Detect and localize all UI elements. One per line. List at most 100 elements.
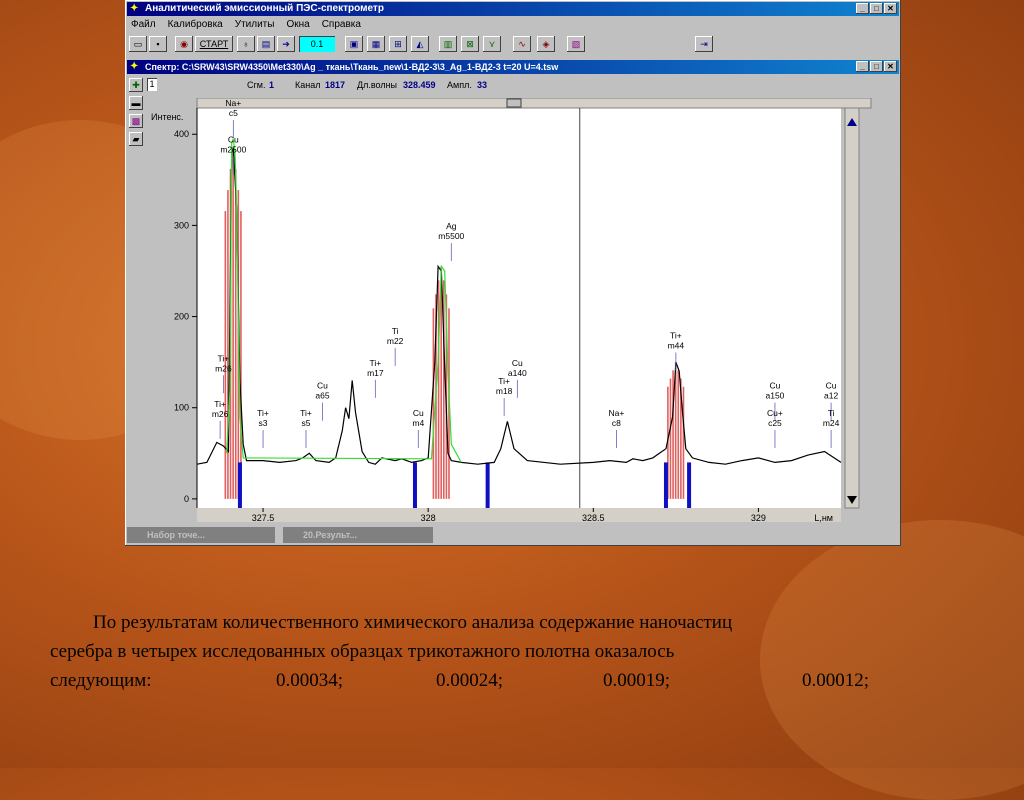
app-title: Аналитический эмиссионный ПЭС-спектромет… bbox=[145, 3, 384, 14]
element-label: Ti+ bbox=[257, 408, 269, 418]
spectrometer-app-window: ✦ Аналитический эмиссионный ПЭС-спектром… bbox=[125, 0, 901, 546]
remove-icon[interactable]: ▬ bbox=[129, 96, 143, 110]
element-label: Ag bbox=[446, 221, 457, 231]
y-tick-label: 400 bbox=[174, 129, 189, 139]
spectrum-close-button[interactable]: ✕ bbox=[884, 61, 897, 72]
vertical-scrollbar bbox=[844, 107, 860, 509]
x-tick-label: 329 bbox=[751, 513, 766, 523]
element-label: Cu+ bbox=[767, 408, 783, 418]
close-button[interactable]: ✕ bbox=[884, 3, 897, 14]
element-label: m22 bbox=[387, 336, 404, 346]
open-icon[interactable]: ▭ bbox=[129, 36, 147, 52]
menu-calibration[interactable]: Калибровка bbox=[168, 17, 223, 32]
palette-icon[interactable]: ▩ bbox=[129, 114, 143, 128]
toolbar: ▭ ▪ ◉ СТАРТ ♁ ▤ ➔ 0.1 ▣ ▦ ⊞ ◭ ▥ ⊠ ⋎ ∿ ◈ … bbox=[127, 34, 899, 56]
element-label: m44 bbox=[668, 340, 685, 350]
element-label: a65 bbox=[315, 391, 329, 401]
spectrum-title-bar: ✦ Спектр: C:\SRW43\SRW4350\Met330\Ag _ т… bbox=[127, 60, 899, 74]
zoom-icon[interactable]: ⊞ bbox=[389, 36, 407, 52]
display-icon[interactable]: ▰ bbox=[129, 132, 143, 146]
element-label: s5 bbox=[301, 418, 310, 428]
x-tick-label: 328.5 bbox=[582, 513, 605, 523]
menu-file[interactable]: Файл bbox=[131, 17, 156, 32]
menu-bar: Файл Калибровка Утилиты Окна Справка bbox=[127, 17, 899, 32]
export-icon[interactable]: ⊠ bbox=[461, 36, 479, 52]
peak-band-bar bbox=[232, 147, 234, 499]
baseline-mark bbox=[663, 462, 668, 508]
paragraph-line-2: серебра в четырех исследованных образцах… bbox=[50, 641, 675, 662]
spectrum-plot[interactable]: Интенс. 0 100 200 300 400 327.5 328 328.5 329 L,нм… bbox=[147, 97, 899, 528]
element-label: m17 bbox=[367, 368, 384, 378]
channel-label: Канал bbox=[295, 80, 321, 90]
y-tick-label: 100 bbox=[174, 403, 189, 413]
element-label: a150 bbox=[765, 391, 784, 401]
add-icon[interactable]: ✚ bbox=[129, 78, 143, 92]
result-value-4: 0.00012; bbox=[802, 670, 870, 691]
task-results[interactable]: 20.Результ... bbox=[283, 527, 433, 543]
result-value-1: 0.00034; bbox=[276, 670, 344, 691]
result-value-2: 0.00024; bbox=[436, 670, 504, 691]
graph-icon[interactable]: ∿ bbox=[513, 36, 531, 52]
element-label: Na+ bbox=[609, 408, 625, 418]
x-tick-label: 328 bbox=[421, 513, 436, 523]
tools-icon[interactable]: ◈ bbox=[537, 36, 555, 52]
wavelength-value: 328.459 bbox=[403, 80, 436, 90]
y-tick-label: 300 bbox=[174, 220, 189, 230]
element-label: c8 bbox=[612, 418, 621, 428]
baseline-mark bbox=[237, 462, 242, 508]
calc-icon[interactable]: ▥ bbox=[439, 36, 457, 52]
spectrum-logo-icon: ✦ bbox=[130, 61, 139, 72]
spectrum-maximize-button[interactable]: □ bbox=[870, 61, 883, 72]
element-label: c5 bbox=[229, 108, 238, 118]
peak-band-bar bbox=[437, 280, 440, 499]
record-icon[interactable]: ◉ bbox=[175, 36, 193, 52]
element-label: Ti+ bbox=[369, 358, 381, 368]
conclusion-paragraph: По результатам количественного химическо… bbox=[50, 608, 970, 695]
menu-help[interactable]: Справка bbox=[322, 17, 361, 32]
element-label: Cu bbox=[317, 381, 328, 391]
element-label: Ti+ bbox=[670, 330, 682, 340]
lamp-icon[interactable]: ♁ bbox=[237, 36, 255, 52]
table-icon[interactable]: ▦ bbox=[367, 36, 385, 52]
element-label: Cu bbox=[770, 381, 781, 391]
channel-value: 1817 bbox=[325, 80, 346, 90]
value-field[interactable]: 0.1 bbox=[299, 36, 335, 52]
element-label: m26 bbox=[215, 363, 232, 373]
element-label: Ti+ bbox=[218, 353, 230, 363]
mdi-taskbar: Набор точе... 20.Результ... bbox=[127, 527, 899, 543]
baseline-mark bbox=[485, 462, 490, 508]
x-unit-label: L,нм bbox=[814, 513, 833, 523]
top-scrollbar bbox=[196, 97, 872, 109]
view-icon[interactable]: ▣ bbox=[345, 36, 363, 52]
save-icon[interactable]: ▪ bbox=[149, 36, 167, 52]
task-results-label: 20.Результ... bbox=[303, 530, 358, 540]
peak-band-bar bbox=[682, 386, 685, 499]
paragraph-line-3: следующим: 0.00034; 0.00024; 0.00019; 0.… bbox=[50, 666, 970, 695]
menu-windows[interactable]: Окна bbox=[286, 17, 309, 32]
maximize-button[interactable]: □ bbox=[870, 3, 883, 14]
plot-area: Интенс. 0 100 200 300 400 327.5 328 328.5 329 L,нм… bbox=[147, 97, 899, 528]
start-button[interactable]: СТАРТ bbox=[195, 36, 233, 52]
print-icon[interactable]: ▧ bbox=[567, 36, 585, 52]
left-toolbox: ✚ ▬ ▩ ▰ bbox=[129, 78, 145, 150]
menu-utilities[interactable]: Утилиты bbox=[235, 17, 275, 32]
cursor-info-bar: 1 Сгм. 1 Канал 1817 Дл.волны 328.459 Амп… bbox=[127, 76, 899, 94]
filter-icon[interactable]: ⋎ bbox=[483, 36, 501, 52]
paragraph-line-1: По результатам количественного химическо… bbox=[93, 612, 733, 633]
task-point-set[interactable]: Набор точе... bbox=[127, 527, 275, 543]
element-label: c25 bbox=[768, 418, 782, 428]
arrow-icon[interactable]: ➔ bbox=[277, 36, 295, 52]
exit-icon[interactable]: ⇥ bbox=[695, 36, 713, 52]
amp-label: Ампл. bbox=[447, 80, 472, 90]
minimize-button[interactable]: _ bbox=[856, 3, 869, 14]
spectrum-minimize-button[interactable]: _ bbox=[856, 61, 869, 72]
element-label: Cu bbox=[413, 408, 424, 418]
element-label: s3 bbox=[259, 418, 268, 428]
wavelength-label: Дл.волны bbox=[357, 80, 398, 90]
sgm-value: 1 bbox=[269, 80, 275, 90]
grid-icon[interactable]: ▤ bbox=[257, 36, 275, 52]
peak-band-bar bbox=[677, 370, 680, 499]
spectrum-window: ✦ Спектр: C:\SRW43\SRW4350\Met330\Ag _ т… bbox=[127, 58, 899, 528]
amp-value: 33 bbox=[477, 80, 488, 90]
chart-icon[interactable]: ◭ bbox=[411, 36, 429, 52]
